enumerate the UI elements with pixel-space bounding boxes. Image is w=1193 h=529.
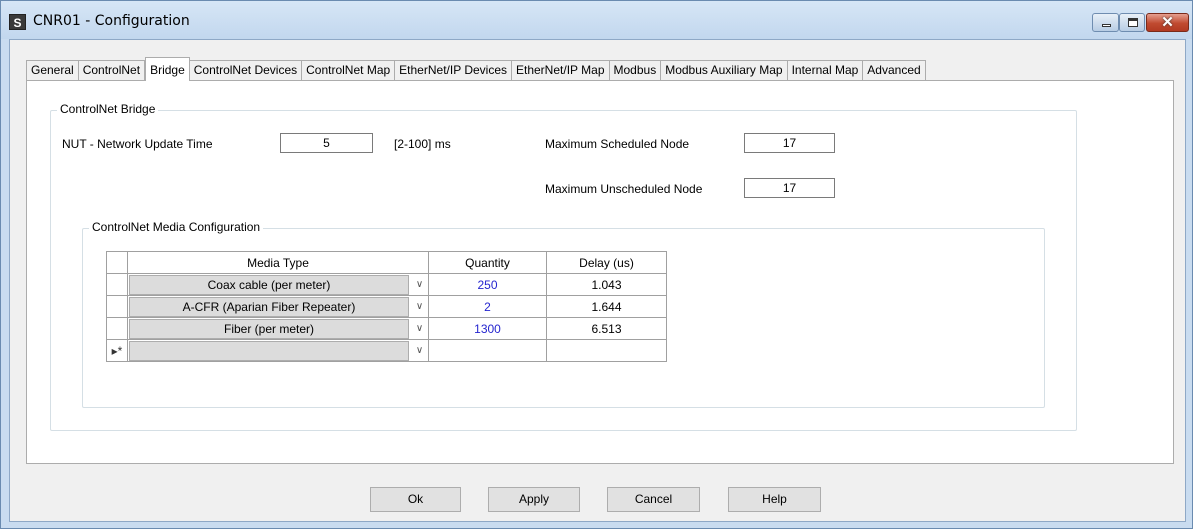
max-unscheduled-node-label: Maximum Unscheduled Node [545, 182, 703, 196]
tab-internal-map[interactable]: Internal Map [787, 60, 864, 81]
tab-controlnet-map[interactable]: ControlNet Map [302, 60, 396, 81]
apply-button[interactable]: Apply [488, 487, 580, 512]
new-row-marker-icon[interactable]: ▸* [106, 339, 128, 362]
quantity-cell[interactable] [428, 339, 547, 362]
delay-cell: 1.043 [546, 273, 667, 296]
delay-cell: 1.644 [546, 295, 667, 318]
chevron-down-icon[interactable]: ∨ [411, 341, 428, 361]
media-type-value [129, 340, 409, 361]
maximize-button[interactable] [1119, 13, 1145, 32]
ok-button[interactable]: Ok [370, 487, 461, 512]
minimize-icon [1102, 24, 1111, 27]
table-row: Coax cable (per meter) ∨ 250 1.043 [106, 273, 667, 296]
media-table: Media Type Quantity Delay (us) Coax cabl… [106, 251, 667, 362]
app-icon: S [9, 14, 26, 30]
max-scheduled-node-label: Maximum Scheduled Node [545, 137, 690, 151]
table-new-row: ▸* ∨ [106, 339, 667, 362]
row-header[interactable] [106, 317, 128, 340]
tab-modbus-auxiliary-map[interactable]: Modbus Auxiliary Map [661, 60, 788, 81]
controlnet-bridge-group-title: ControlNet Bridge [57, 102, 159, 116]
nut-range-label: [2-100] ms [394, 137, 451, 151]
media-type-value: A-CFR (Aparian Fiber Repeater) [129, 296, 409, 317]
tab-controlnet-devices[interactable]: ControlNet Devices [189, 60, 303, 81]
title-bar[interactable]: S CNR01 - Configuration ✕ [1, 1, 1192, 39]
media-type-dropdown[interactable]: A-CFR (Aparian Fiber Repeater) ∨ [128, 296, 428, 317]
delay-cell [546, 339, 667, 362]
media-type-value: Fiber (per meter) [129, 318, 409, 339]
cancel-button[interactable]: Cancel [607, 487, 700, 512]
close-icon: ✕ [1161, 14, 1174, 31]
column-header-delay[interactable]: Delay (us) [546, 251, 667, 274]
tab-general[interactable]: General [26, 60, 79, 81]
row-header[interactable] [106, 295, 128, 318]
row-header[interactable] [106, 273, 128, 296]
media-type-cell[interactable]: Fiber (per meter) ∨ [127, 317, 429, 340]
quantity-cell[interactable]: 250 [428, 273, 547, 296]
tab-ethernetip-devices[interactable]: EtherNet/IP Devices [395, 60, 512, 81]
tab-modbus[interactable]: Modbus [609, 60, 662, 81]
table-row: A-CFR (Aparian Fiber Repeater) ∨ 2 1.644 [106, 295, 667, 318]
media-type-dropdown[interactable]: Fiber (per meter) ∨ [128, 318, 428, 339]
media-type-cell[interactable]: A-CFR (Aparian Fiber Repeater) ∨ [127, 295, 429, 318]
media-type-cell[interactable]: ∨ [127, 339, 429, 362]
table-row: Fiber (per meter) ∨ 1300 6.513 [106, 317, 667, 340]
media-type-value: Coax cable (per meter) [129, 274, 409, 295]
media-type-dropdown[interactable]: ∨ [128, 340, 428, 361]
help-button[interactable]: Help [728, 487, 821, 512]
tab-controlnet[interactable]: ControlNet [78, 60, 146, 81]
maximize-icon [1128, 18, 1138, 27]
media-type-cell[interactable]: Coax cable (per meter) ∨ [127, 273, 429, 296]
nut-input[interactable]: 5 [280, 133, 373, 153]
row-header-corner [106, 251, 128, 274]
tab-bridge[interactable]: Bridge [145, 57, 190, 81]
chevron-down-icon[interactable]: ∨ [411, 275, 428, 295]
nut-label: NUT - Network Update Time [62, 137, 213, 151]
column-header-quantity[interactable]: Quantity [428, 251, 547, 274]
chevron-down-icon[interactable]: ∨ [411, 297, 428, 317]
close-button[interactable]: ✕ [1146, 13, 1189, 32]
tab-advanced[interactable]: Advanced [863, 60, 926, 81]
window-title: CNR01 - Configuration [33, 13, 190, 29]
table-header-row: Media Type Quantity Delay (us) [106, 251, 667, 274]
quantity-cell[interactable]: 1300 [428, 317, 547, 340]
media-type-dropdown[interactable]: Coax cable (per meter) ∨ [128, 274, 428, 295]
max-scheduled-node-input[interactable]: 17 [744, 133, 835, 153]
delay-cell: 6.513 [546, 317, 667, 340]
max-unscheduled-node-input[interactable]: 17 [744, 178, 835, 198]
chevron-down-icon[interactable]: ∨ [411, 319, 428, 339]
media-configuration-group-title: ControlNet Media Configuration [89, 220, 264, 234]
column-header-media-type[interactable]: Media Type [127, 251, 429, 274]
tab-ethernetip-map[interactable]: EtherNet/IP Map [512, 60, 610, 81]
tab-strip: General ControlNet Bridge ControlNet Dev… [26, 57, 926, 81]
minimize-button[interactable] [1092, 13, 1119, 32]
quantity-cell[interactable]: 2 [428, 295, 547, 318]
